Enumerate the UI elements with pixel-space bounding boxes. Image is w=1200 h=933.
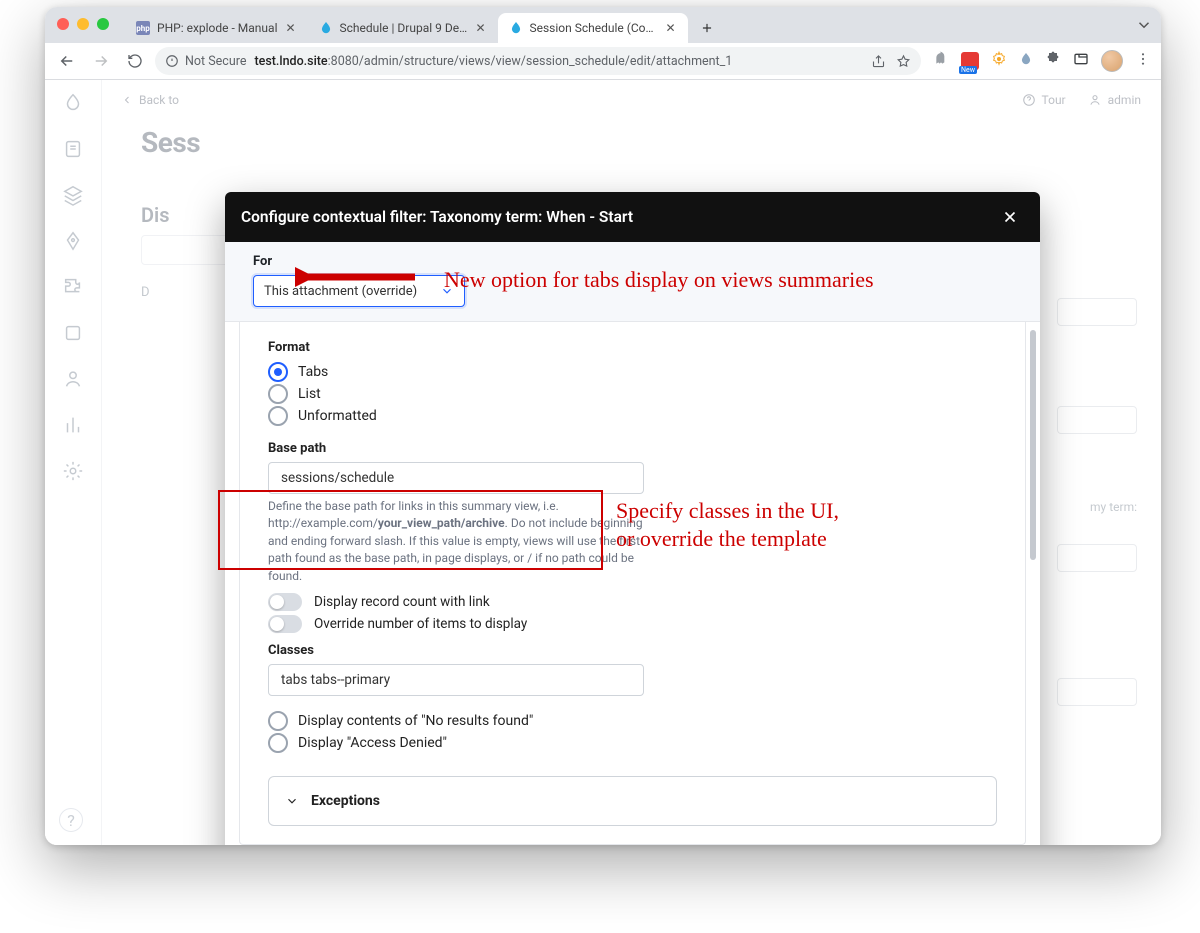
chevron-down-icon [440,284,454,298]
radio-label: Display "Access Denied" [298,735,447,751]
exceptions-accordion[interactable]: Exceptions [268,776,997,826]
for-label: For [253,254,1012,269]
radio-icon [268,384,288,404]
ext-ghostery-icon[interactable] [933,51,949,71]
browser-tab-session-schedule[interactable]: Session Schedule (Content) | D ✕ [498,13,688,43]
tab-title: Schedule | Drupal 9 Demo [340,21,468,35]
window-controls[interactable] [57,18,109,30]
format-label: Format [268,340,997,355]
ext-tab-icon[interactable] [1073,51,1089,71]
favicon-php: php [135,20,151,36]
radio-access-denied[interactable]: Display "Access Denied" [268,732,997,754]
accordion-label: Exceptions [311,793,380,809]
close-tab-icon[interactable]: ✕ [474,21,488,35]
ext-drop-icon[interactable] [1019,51,1033,71]
minimize-window-icon[interactable] [77,18,89,30]
close-tab-icon[interactable]: ✕ [284,21,298,35]
extension-icons: New [927,50,1153,72]
classes-value: tabs tabs--primary [281,672,390,688]
radio-unformatted[interactable]: Unformatted [268,405,997,427]
ext-gear-icon[interactable] [991,51,1007,71]
radio-label: Display contents of "No results found" [298,713,533,729]
close-dialog-button[interactable] [996,203,1024,231]
close-window-icon[interactable] [57,18,69,30]
favicon-drupal [508,20,524,36]
dialog-title: Configure contextual filter: Taxonomy te… [241,208,633,226]
share-icon[interactable] [871,54,886,69]
dialog-header: Configure contextual filter: Taxonomy te… [225,192,1040,242]
radio-label: Tabs [298,364,328,380]
browser-toolbar: Not Secure test.lndo.site:8080/admin/str… [45,43,1161,80]
address-bar[interactable]: Not Secure test.lndo.site:8080/admin/str… [155,47,921,75]
ext-puzzle-icon[interactable] [1045,51,1061,71]
base-path-value: sessions/schedule [281,470,394,486]
dialog-body: For This attachment (override) Format [225,242,1040,845]
back-button[interactable] [53,47,81,75]
toggle-icon [268,593,302,611]
radio-no-results[interactable]: Display contents of "No results found" [268,710,997,732]
for-value: This attachment (override) [264,284,417,299]
forward-button[interactable] [87,47,115,75]
toggle-label: Display record count with link [314,594,490,610]
browser-tab-schedule[interactable]: Schedule | Drupal 9 Demo ✕ [308,13,498,43]
classes-label: Classes [268,643,997,658]
new-tab-button[interactable] [694,15,720,41]
radio-icon [268,362,288,382]
maximize-window-icon[interactable] [97,18,109,30]
reload-button[interactable] [121,47,149,75]
base-path-label: Base path [268,441,997,456]
star-icon[interactable] [896,54,911,69]
configure-filter-dialog: Configure contextual filter: Taxonomy te… [225,192,1040,845]
app-viewport: Back to Tour admin Sess [45,80,1161,845]
base-path-input[interactable]: sessions/schedule [268,462,644,494]
for-select[interactable]: This attachment (override) [253,275,465,307]
radio-label: List [298,386,321,402]
tab-strip: php PHP: explode - Manual ✕ Schedule | D… [45,7,1161,43]
tab-title: PHP: explode - Manual [157,21,278,35]
toggle-icon [268,615,302,633]
radio-tabs[interactable]: Tabs [268,361,997,383]
ext-new-icon[interactable]: New [961,52,979,70]
url-text: test.lndo.site:8080/admin/structure/view… [254,54,732,69]
toggle-record-count[interactable]: Display record count with link [268,593,997,611]
radio-list[interactable]: List [268,383,997,405]
scrollbar-thumb[interactable] [1030,330,1036,560]
browser-window: php PHP: explode - Manual ✕ Schedule | D… [45,7,1161,845]
radio-icon [268,733,288,753]
profile-avatar[interactable] [1101,50,1123,72]
tab-overflow-icon[interactable] [1135,16,1153,38]
radio-icon [268,406,288,426]
base-path-help: Define the base path for links in this s… [268,498,663,585]
tab-title: Session Schedule (Content) | D [530,21,658,35]
radio-label: Unformatted [298,408,377,424]
not-secure-indicator[interactable]: Not Secure [165,54,246,69]
kebab-menu-icon[interactable] [1135,51,1151,71]
browser-tab-php[interactable]: php PHP: explode - Manual ✕ [125,13,308,43]
close-tab-icon[interactable]: ✕ [664,21,678,35]
classes-input[interactable]: tabs tabs--primary [268,664,644,696]
chevron-down-icon [285,794,299,808]
not-secure-label: Not Secure [185,54,246,69]
toggle-override-items[interactable]: Override number of items to display [268,615,997,633]
toggle-label: Override number of items to display [314,616,527,632]
radio-icon [268,711,288,731]
favicon-drupal [318,20,334,36]
